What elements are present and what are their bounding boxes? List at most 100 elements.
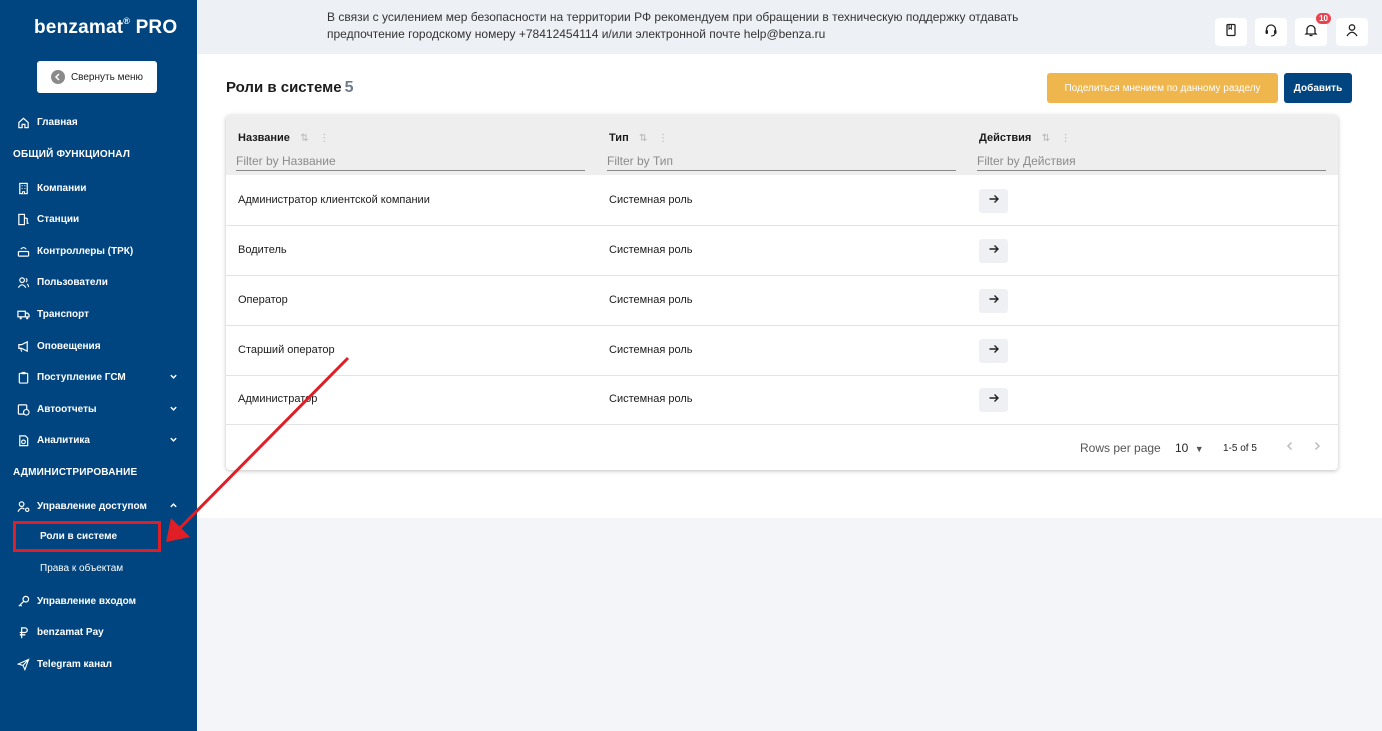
- open-role-button[interactable]: [979, 239, 1008, 263]
- role-name: Администратор клиентской компании: [238, 194, 430, 206]
- top-header: В связи с усилением мер безопасности на …: [197, 0, 1382, 54]
- clipboard-icon: [16, 370, 30, 384]
- sidebar-item-access-control[interactable]: Управление доступом: [16, 496, 184, 516]
- rows-per-page-select[interactable]: 10 ▼: [1175, 441, 1204, 455]
- role-name: Оператор: [238, 294, 288, 306]
- sidebar-item-label: Оповещения: [37, 340, 101, 352]
- home-icon: [16, 115, 30, 129]
- arrow-left-icon: [50, 70, 65, 84]
- chevron-down-icon: [169, 435, 178, 447]
- sidebar-item-telegram[interactable]: Telegram канал: [16, 654, 184, 674]
- column-header-name[interactable]: Название ⇅ ⋮: [238, 128, 329, 146]
- user-icon: [1345, 23, 1359, 42]
- sidebar-item-label: Контроллеры (ТРК): [37, 245, 134, 257]
- column-menu-icon[interactable]: ⋮: [658, 133, 668, 144]
- profile-button[interactable]: [1336, 18, 1368, 46]
- sidebar-subitem-object-rights[interactable]: Права к объектам: [40, 563, 123, 574]
- brand-logo[interactable]: benzamat® PRO: [34, 16, 177, 39]
- sidebar-item-analytics[interactable]: Аналитика: [16, 430, 184, 450]
- arrow-right-icon: [988, 292, 1000, 310]
- clock-report-icon: [16, 402, 30, 416]
- role-type: Системная роль: [609, 393, 693, 405]
- page-title: Роли в системе 5: [226, 79, 353, 97]
- bookmark-button[interactable]: [1215, 18, 1247, 46]
- support-button[interactable]: [1255, 18, 1287, 46]
- chevron-right-icon: [1312, 438, 1322, 456]
- caret-down-icon: ▼: [1194, 444, 1204, 454]
- sidebar-item-notifications[interactable]: Оповещения: [16, 336, 184, 356]
- highlight-box: [13, 521, 161, 552]
- sidebar-item-label: Управление доступом: [37, 500, 147, 512]
- sidebar-item-pay[interactable]: benzamat Pay: [16, 622, 184, 642]
- sidebar-item-companies[interactable]: Компании: [16, 178, 184, 198]
- filter-actions-input[interactable]: [977, 151, 1326, 171]
- sidebar-item-label: Telegram канал: [37, 658, 113, 670]
- sidebar-item-auto-reports[interactable]: Автоотчеты: [16, 399, 184, 419]
- collapse-menu-label: Свернуть меню: [70, 71, 144, 83]
- table-header: Название ⇅ ⋮ Тип ⇅ ⋮ Действия ⇅ ⋮: [226, 115, 1338, 175]
- filter-name-input[interactable]: [236, 151, 585, 171]
- prev-page-button[interactable]: [1282, 439, 1298, 455]
- sidebar-item-transport[interactable]: Транспорт: [16, 304, 184, 324]
- table-pagination: Rows per page 10 ▼ 1-5 of 5: [226, 425, 1338, 470]
- column-label: Действия: [979, 132, 1032, 144]
- send-icon: [16, 657, 30, 671]
- role-type: Системная роль: [609, 194, 693, 206]
- sidebar-item-label: Главная: [37, 116, 78, 128]
- sidebar-item-label: Пользователи: [37, 276, 108, 288]
- chevron-left-icon: [1285, 438, 1295, 456]
- page-title-text: Роли в системе: [226, 79, 342, 96]
- column-header-actions[interactable]: Действия ⇅ ⋮: [979, 128, 1071, 146]
- sidebar-item-label: Компании: [37, 182, 87, 194]
- open-role-button[interactable]: [979, 289, 1008, 313]
- role-type: Системная роль: [609, 344, 693, 356]
- headset-icon: [1264, 23, 1278, 42]
- next-page-button[interactable]: [1309, 439, 1325, 455]
- notifications-button[interactable]: 10: [1295, 13, 1331, 46]
- truck-icon: [16, 307, 30, 321]
- chevron-up-icon: [169, 501, 178, 513]
- fuel-station-icon: [16, 212, 30, 226]
- open-role-button[interactable]: [979, 339, 1008, 363]
- sidebar-item-users[interactable]: Пользователи: [16, 272, 184, 292]
- rows-per-page-label: Rows per page: [1080, 441, 1161, 455]
- notice-line-2: предпочтение городскому номеру +78412454…: [327, 27, 826, 41]
- table-row: Оператор Системная роль: [226, 276, 1338, 326]
- open-role-button[interactable]: [979, 189, 1008, 213]
- collapse-menu-button[interactable]: Свернуть меню: [37, 61, 157, 93]
- open-role-button[interactable]: [979, 388, 1008, 412]
- bookmark-icon: [1224, 23, 1238, 42]
- share-feedback-button[interactable]: Поделиться мнением по данному разделу: [1047, 73, 1278, 103]
- roles-table: Название ⇅ ⋮ Тип ⇅ ⋮ Действия ⇅ ⋮ Админи…: [226, 115, 1338, 470]
- sidebar-item-label: Транспорт: [37, 308, 90, 320]
- role-type: Системная роль: [609, 294, 693, 306]
- sidebar-item-login-control[interactable]: Управление входом: [16, 591, 184, 611]
- sidebar-item-label: Автоотчеты: [37, 403, 97, 415]
- sidebar-item-fuel-receipt[interactable]: Поступление ГСМ: [16, 367, 184, 387]
- sort-icon[interactable]: ⇅: [300, 133, 308, 144]
- column-menu-icon[interactable]: ⋮: [319, 133, 329, 144]
- sidebar-item-label: Аналитика: [37, 434, 90, 446]
- sidebar-item-home[interactable]: Главная: [16, 112, 184, 132]
- sidebar-item-controllers[interactable]: Контроллеры (ТРК): [16, 241, 184, 261]
- controller-icon: [16, 244, 30, 258]
- section-title-admin: АДМИНИСТРИРОВАНИЕ: [13, 467, 138, 478]
- chevron-down-icon: [169, 404, 178, 416]
- sidebar-item-label: Поступление ГСМ: [37, 371, 126, 383]
- notifications-badge: 10: [1316, 13, 1331, 24]
- sidebar-item-stations[interactable]: Станции: [16, 209, 184, 229]
- column-menu-icon[interactable]: ⋮: [1061, 133, 1071, 144]
- sort-icon[interactable]: ⇅: [1042, 133, 1050, 144]
- roles-count: 5: [344, 79, 354, 96]
- sort-icon[interactable]: ⇅: [639, 133, 647, 144]
- pagination-range: 1-5 of 5: [1223, 443, 1257, 454]
- table-row: Администратор клиентской компании Систем…: [226, 176, 1338, 226]
- table-row: Администратор Системная роль: [226, 375, 1338, 425]
- building-icon: [16, 181, 30, 195]
- column-header-type[interactable]: Тип ⇅ ⋮: [609, 128, 668, 146]
- add-button[interactable]: Добавить: [1284, 73, 1352, 103]
- notice-line-1: В связи с усилением мер безопасности на …: [327, 10, 1019, 24]
- filter-type-input[interactable]: [607, 151, 956, 171]
- key-icon: [16, 594, 30, 608]
- analytics-icon: [16, 433, 30, 447]
